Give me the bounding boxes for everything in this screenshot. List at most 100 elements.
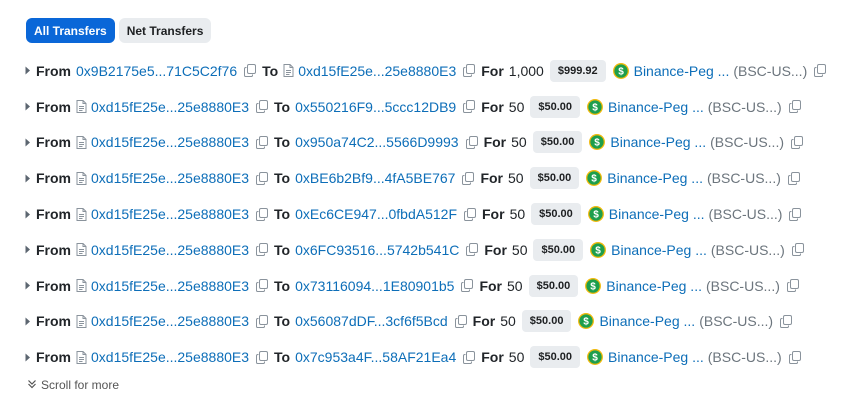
to-address-link[interactable]: 0x950a74C2...5566D9993 bbox=[295, 134, 458, 150]
copy-icon[interactable] bbox=[788, 100, 801, 114]
to-label: To bbox=[274, 349, 291, 366]
token-name-link[interactable]: Binance-Peg ... bbox=[608, 99, 704, 115]
amount-value: 50 bbox=[508, 98, 525, 115]
token-name-link[interactable]: Binance-Peg ... bbox=[606, 278, 702, 294]
document-icon bbox=[76, 314, 87, 328]
from-address-link[interactable]: 0xd15fE25e...25e8880E3 bbox=[91, 206, 249, 222]
for-label: For bbox=[479, 277, 503, 294]
from-address-link[interactable]: 0xd15fE25e...25e8880E3 bbox=[91, 349, 249, 365]
token-symbol: (BSC-US...) bbox=[707, 98, 782, 115]
to-address-link[interactable]: 0xEc6CE947...0fbdA512F bbox=[295, 206, 457, 222]
to-address-link[interactable]: 0x73116094...1E80901b5 bbox=[295, 278, 454, 294]
tab-all-transfers[interactable]: All Transfers bbox=[26, 18, 115, 43]
copy-icon[interactable] bbox=[814, 64, 827, 78]
token-symbol: (BSC-US...) bbox=[710, 241, 785, 258]
token-name-link[interactable]: Binance-Peg ... bbox=[610, 134, 706, 150]
to-address-link[interactable]: 0x6FC93516...5742b541C bbox=[295, 242, 459, 258]
to-label: To bbox=[274, 98, 291, 115]
copy-icon[interactable] bbox=[463, 350, 476, 364]
dollar-coin-icon: $ bbox=[585, 277, 602, 294]
copy-icon[interactable] bbox=[791, 243, 804, 257]
document-icon bbox=[76, 243, 87, 257]
token-symbol: (BSC-US...) bbox=[706, 170, 781, 187]
dollar-coin-icon: $ bbox=[590, 241, 607, 258]
copy-icon[interactable] bbox=[787, 171, 800, 185]
dollar-coin-icon: $ bbox=[587, 349, 603, 366]
for-label: For bbox=[482, 206, 505, 223]
caret-right-icon[interactable] bbox=[25, 174, 36, 183]
copy-icon[interactable] bbox=[780, 314, 793, 328]
copy-icon[interactable] bbox=[256, 100, 269, 114]
copy-icon[interactable] bbox=[465, 135, 478, 149]
usd-value-badge: $50.00 bbox=[530, 346, 581, 369]
copy-icon[interactable] bbox=[463, 100, 476, 114]
caret-right-icon[interactable] bbox=[25, 102, 36, 111]
from-address-link[interactable]: 0xd15fE25e...25e8880E3 bbox=[91, 170, 249, 186]
dollar-coin-icon: $ bbox=[587, 206, 604, 223]
copy-icon[interactable] bbox=[256, 350, 269, 364]
copy-icon[interactable] bbox=[256, 279, 269, 293]
copy-icon[interactable] bbox=[463, 64, 476, 78]
copy-icon[interactable] bbox=[256, 207, 269, 221]
to-label: To bbox=[274, 277, 291, 294]
document-icon bbox=[76, 279, 87, 293]
transfer-row: From 0xd15fE25e...25e8880E3 To 0x56087dDF..… bbox=[25, 304, 845, 340]
copy-icon[interactable] bbox=[464, 207, 476, 221]
from-address-link[interactable]: 0xd15fE25e...25e8880E3 bbox=[91, 99, 249, 115]
from-address-link[interactable]: 0xd15fE25e...25e8880E3 bbox=[91, 134, 249, 150]
token-name-link[interactable]: Binance-Peg ... bbox=[607, 170, 703, 186]
from-label: From bbox=[36, 241, 71, 258]
transfer-row: From 0xd15fE25e...25e8880E3 To 0x7c953a4F..… bbox=[25, 339, 845, 375]
to-address-link[interactable]: 0x550216F9...5ccc12DB9 bbox=[295, 99, 456, 115]
for-label: For bbox=[481, 62, 504, 79]
token-name-link[interactable]: Binance-Peg ... bbox=[599, 313, 695, 329]
from-address-link[interactable]: 0xd15fE25e...25e8880E3 bbox=[91, 313, 249, 329]
caret-right-icon[interactable] bbox=[25, 281, 36, 290]
scroll-for-more[interactable]: Scroll for more bbox=[27, 378, 119, 392]
caret-right-icon[interactable] bbox=[25, 317, 36, 326]
copy-icon[interactable] bbox=[256, 314, 269, 328]
copy-icon[interactable] bbox=[788, 350, 801, 364]
scroll-for-more-label: Scroll for more bbox=[41, 378, 120, 392]
copy-icon[interactable] bbox=[786, 279, 799, 293]
copy-icon[interactable] bbox=[256, 171, 269, 185]
copy-icon[interactable] bbox=[466, 243, 479, 257]
copy-icon[interactable] bbox=[791, 135, 803, 149]
to-address-link[interactable]: 0xd15fE25e...25e8880E3 bbox=[298, 63, 456, 79]
copy-icon[interactable] bbox=[461, 279, 474, 293]
document-icon bbox=[76, 171, 87, 185]
copy-icon[interactable] bbox=[454, 314, 467, 328]
tab-net-transfers[interactable]: Net Transfers bbox=[118, 18, 212, 43]
token-name-link[interactable]: Binance-Peg ... bbox=[609, 206, 705, 222]
from-label: From bbox=[36, 170, 71, 187]
token-name-link[interactable]: Binance-Peg ... bbox=[608, 349, 704, 365]
caret-right-icon[interactable] bbox=[25, 210, 36, 219]
caret-right-icon[interactable] bbox=[25, 138, 36, 147]
from-address-link[interactable]: 0x9B2175e5...71C5C2f76 bbox=[76, 63, 237, 79]
caret-right-icon[interactable] bbox=[25, 245, 36, 254]
from-address-link[interactable]: 0xd15fE25e...25e8880E3 bbox=[91, 242, 249, 258]
copy-icon[interactable] bbox=[256, 135, 269, 149]
copy-icon[interactable] bbox=[789, 207, 802, 221]
to-label: To bbox=[274, 241, 291, 258]
caret-right-icon[interactable] bbox=[25, 353, 36, 362]
caret-right-icon[interactable] bbox=[25, 66, 36, 75]
to-address-link[interactable]: 0x7c953a4F...58AF21Ea4 bbox=[295, 349, 456, 365]
token-name-link[interactable]: Binance-Peg ... bbox=[634, 63, 730, 79]
usd-value-badge: $50.00 bbox=[528, 274, 579, 297]
copy-icon[interactable] bbox=[256, 243, 269, 257]
token-name-link[interactable]: Binance-Peg ... bbox=[611, 242, 707, 258]
document-icon bbox=[76, 207, 87, 221]
for-label: For bbox=[481, 349, 504, 366]
to-address-link[interactable]: 0x56087dDF...3cf6f5Bcd bbox=[295, 313, 448, 329]
from-address-link[interactable]: 0xd15fE25e...25e8880E3 bbox=[91, 278, 249, 294]
to-address-link[interactable]: 0xBE6b2Bf9...4fA5BE767 bbox=[295, 170, 455, 186]
dollar-coin-icon: $ bbox=[586, 170, 603, 187]
transfer-row: From 0xd15fE25e...25e8880E3 To 0xBE6b2Bf9..… bbox=[25, 160, 845, 196]
svg-text:$: $ bbox=[593, 210, 599, 221]
document-icon bbox=[76, 135, 87, 149]
copy-icon[interactable] bbox=[244, 64, 257, 78]
svg-text:$: $ bbox=[591, 174, 597, 185]
copy-icon[interactable] bbox=[462, 171, 475, 185]
for-label: For bbox=[483, 134, 507, 151]
